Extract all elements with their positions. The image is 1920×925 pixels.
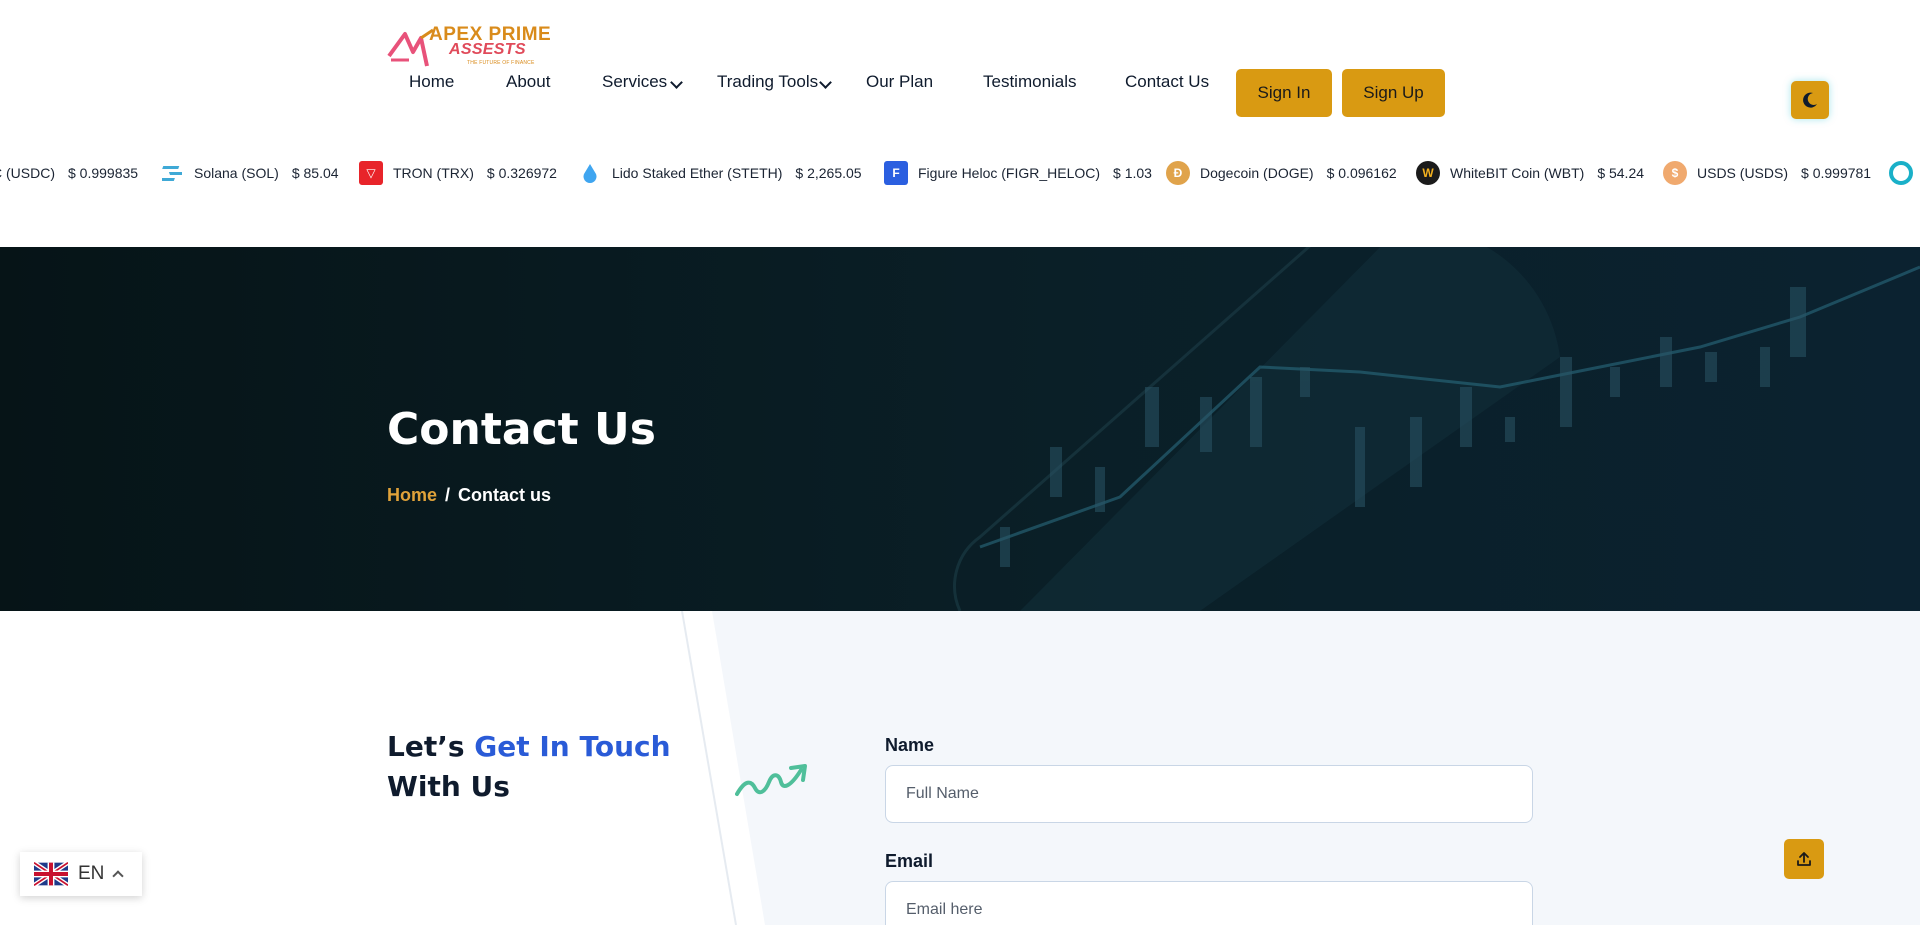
- sign-up-button[interactable]: Sign Up: [1342, 69, 1445, 117]
- uk-flag-icon: [34, 861, 68, 887]
- nav-trading-tools[interactable]: Trading Tools: [717, 72, 818, 92]
- nav-home[interactable]: Home: [409, 72, 454, 92]
- ticker-coin-name: USDS (USDS): [1697, 165, 1789, 181]
- brand-tagline: THE FUTURE OF FINANCE: [467, 60, 535, 66]
- chevron-down-icon[interactable]: [819, 76, 832, 89]
- ticker-coin-price: $ 1.03: [1113, 165, 1152, 181]
- doge-icon: Ð: [1166, 161, 1190, 185]
- chevron-down-icon[interactable]: [670, 76, 683, 89]
- ticker-item[interactable]: F Figure Heloc (FIGR_HELOC) $ 1.03: [884, 158, 1152, 188]
- email-input[interactable]: [885, 881, 1533, 925]
- ticker-coin-price: $ 0.326972: [486, 165, 557, 181]
- heading-part-b: With Us: [387, 770, 510, 803]
- ticker-item[interactable]: Lido Staked Ether (STETH) $ 2,265.05: [578, 158, 862, 188]
- scroll-to-top-button[interactable]: [1784, 839, 1824, 879]
- ticker-coin-name: C (USDC): [0, 165, 55, 181]
- nav-contact-us[interactable]: Contact Us: [1125, 72, 1209, 92]
- contact-heading: Let’s Get In Touch With Us: [387, 727, 671, 807]
- breadcrumb-current: Contact us: [458, 485, 552, 505]
- figure-icon: F: [884, 161, 908, 185]
- usds-icon: $: [1663, 161, 1687, 185]
- email-label: Email: [885, 851, 934, 871]
- sign-in-button[interactable]: Sign In: [1236, 69, 1332, 117]
- nav-about[interactable]: About: [506, 72, 550, 92]
- ticker-item[interactable]: ▽ TRON (TRX) $ 0.326972: [359, 158, 557, 188]
- name-input[interactable]: [885, 765, 1533, 823]
- theme-toggle-button[interactable]: [1791, 81, 1829, 119]
- whitebit-icon: W: [1416, 161, 1440, 185]
- nav-our-plan[interactable]: Our Plan: [866, 72, 933, 92]
- ticker-item[interactable]: Solana (SOL) $ 85.04: [160, 158, 339, 188]
- ticker-coin-price: $ 0.999781: [1801, 165, 1872, 181]
- ticker-item[interactable]: Ð Dogecoin (DOGE) $ 0.096162: [1166, 158, 1397, 188]
- ticker-coin-name: Figure Heloc (FIGR_HELOC): [918, 165, 1101, 181]
- ticker-coin-price: $ 0.999835: [68, 165, 139, 181]
- squiggle-arrow-icon: [735, 764, 807, 796]
- ticker-coin-name: Solana (SOL): [194, 165, 279, 181]
- solana-icon: [160, 161, 184, 185]
- ticker-coin-price: $ 2,265.05: [795, 165, 862, 181]
- nav-testimonials[interactable]: Testimonials: [983, 72, 1077, 92]
- ticker-coin-name: TRON (TRX): [393, 165, 474, 181]
- page-hero: [0, 247, 1920, 611]
- site-header: APEX PRIME ASSESTS THE FUTURE OF FINANCE…: [0, 0, 1920, 120]
- brand-name-line2: ASSESTS: [449, 41, 526, 58]
- breadcrumb: Home / Contact us: [387, 485, 551, 506]
- language-selector[interactable]: EN: [20, 852, 142, 896]
- heading-highlight: Get In Touch: [474, 730, 671, 763]
- breadcrumb-home-link[interactable]: Home: [387, 485, 437, 505]
- ticker-coin-name: Dogecoin (DOGE): [1200, 165, 1314, 181]
- ring-icon: [1889, 161, 1913, 185]
- heading-part-a: Let’s: [387, 730, 465, 763]
- tron-icon: ▽: [359, 161, 383, 185]
- upload-icon: [1797, 852, 1811, 866]
- name-label: Name: [885, 735, 935, 755]
- crypto-ticker: C (USDC) $ 0.999835 Solana (SOL) $ 85.04…: [0, 158, 1920, 188]
- lido-icon: [578, 161, 602, 185]
- chevron-up-icon: [112, 870, 125, 882]
- hero-background-graphic: [0, 247, 1920, 611]
- ticker-item[interactable]: W WhiteBIT Coin (WBT) $ 54.24: [1416, 158, 1644, 188]
- ticker-coin-price: $ 54.24: [1597, 165, 1645, 181]
- ticker-coin-name: WhiteBIT Coin (WBT): [1450, 165, 1585, 181]
- ticker-item[interactable]: C (USDC) $ 0.999835: [0, 158, 138, 188]
- brand-logo[interactable]: APEX PRIME ASSESTS THE FUTURE OF FINANCE: [387, 24, 551, 70]
- ticker-coin-price: $ 85.04: [291, 165, 339, 181]
- ticker-coin-price: $ 0.096162: [1326, 165, 1397, 181]
- ticker-item[interactable]: $ USDS (USDS) $ 0.999781: [1663, 158, 1871, 188]
- nav-services[interactable]: Services: [602, 72, 667, 92]
- moon-icon: [1803, 92, 1817, 108]
- page-title: Contact Us: [387, 404, 656, 455]
- language-code: EN: [78, 863, 105, 884]
- ticker-item[interactable]: [1889, 158, 1920, 188]
- breadcrumb-separator: /: [445, 485, 451, 505]
- ticker-coin-name: Lido Staked Ether (STETH): [612, 165, 783, 181]
